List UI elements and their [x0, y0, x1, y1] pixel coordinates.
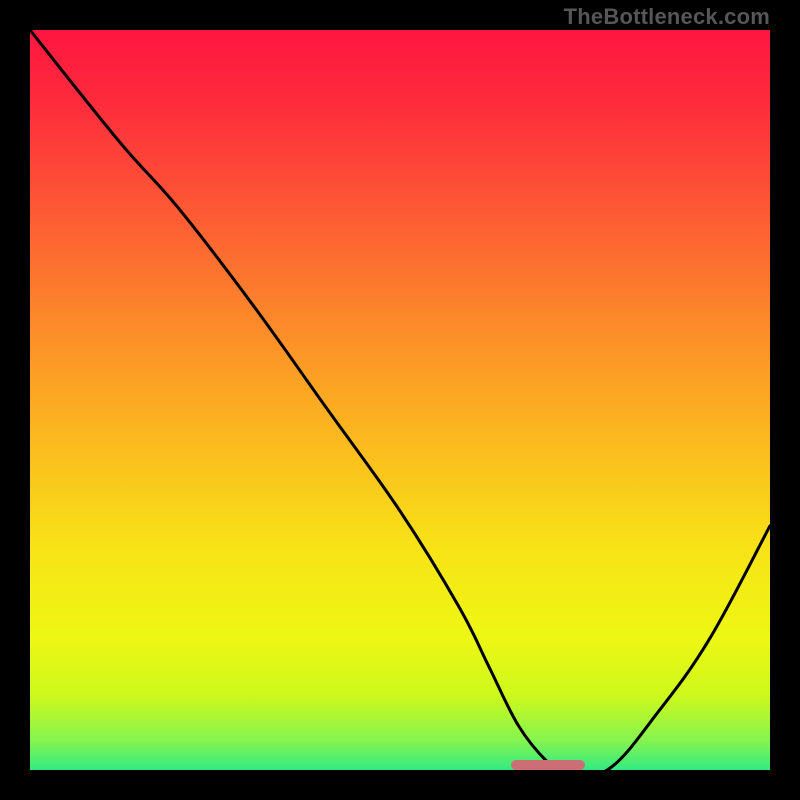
- target-marker: [511, 760, 585, 770]
- watermark-text: TheBottleneck.com: [564, 4, 770, 30]
- bottleneck-curve: [30, 30, 770, 770]
- plot-area: [30, 30, 770, 770]
- chart-frame: TheBottleneck.com: [0, 0, 800, 800]
